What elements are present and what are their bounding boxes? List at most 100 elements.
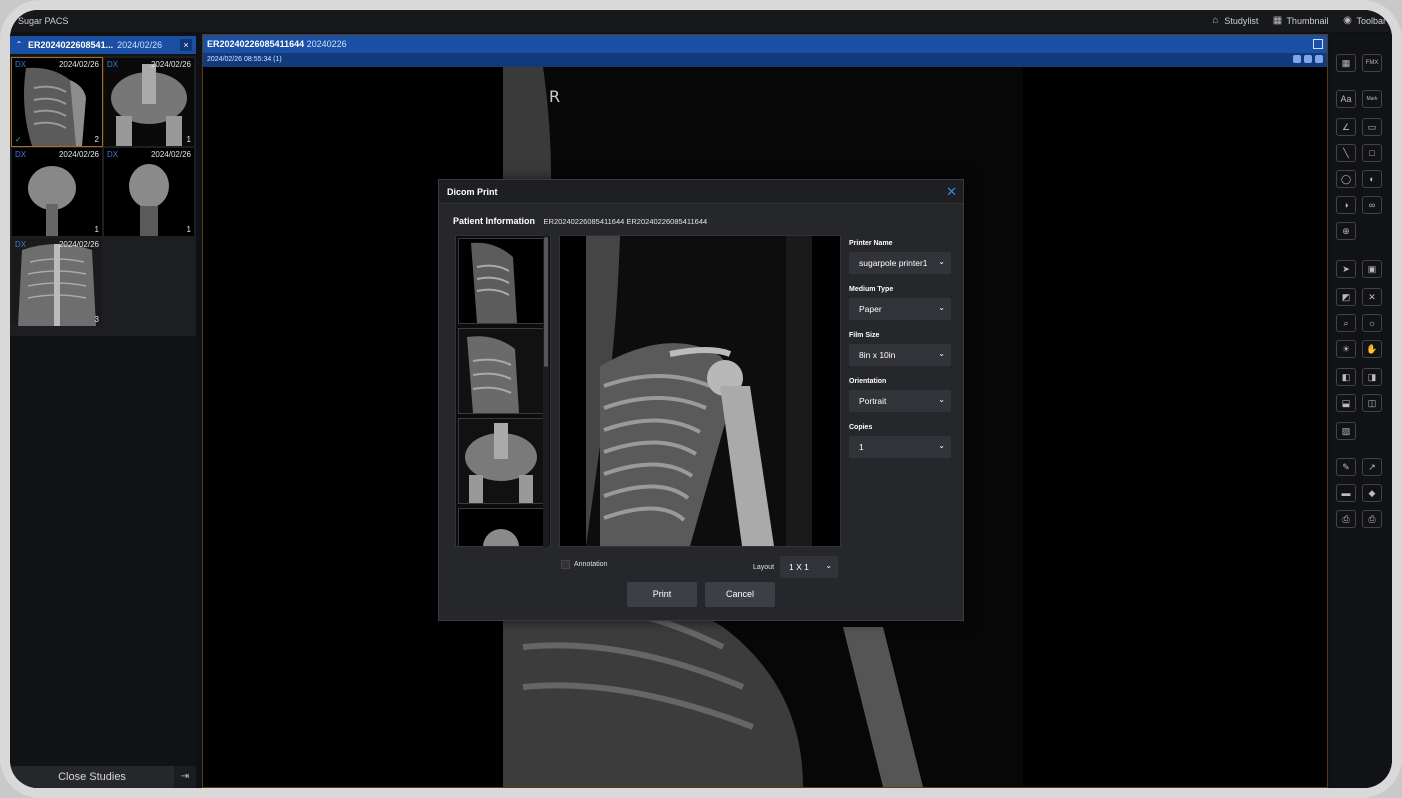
- close-study-button[interactable]: ×: [180, 39, 192, 51]
- tag-icon[interactable]: ◆: [1362, 484, 1382, 502]
- link-icon[interactable]: ⊕: [1336, 222, 1356, 240]
- link-icon[interactable]: [1304, 55, 1312, 63]
- chevron-down-icon: ⌄: [938, 349, 945, 358]
- orientation-marker: R: [549, 87, 561, 106]
- top-nav: ⌂ Studylist ▦ Thumbnail ◉ Toolbar: [1210, 10, 1392, 32]
- ellipse-roi-icon[interactable]: ◯: [1336, 170, 1356, 188]
- shoulder-xray-image: [459, 239, 543, 323]
- series-thumbnail[interactable]: DX 2024/02/26 1: [104, 58, 194, 146]
- chevron-down-icon: ⌄: [938, 257, 945, 266]
- window-level-icon[interactable]: ▣: [1362, 260, 1382, 278]
- ruler-icon[interactable]: ▭: [1362, 118, 1382, 136]
- fit-icon[interactable]: ✕: [1362, 288, 1382, 306]
- print-thumbnail[interactable]: [458, 508, 544, 546]
- cd-burn-icon[interactable]: ▬: [1336, 484, 1356, 502]
- layout-grid-icon[interactable]: [1313, 39, 1323, 49]
- dicom-print-icon[interactable]: ⎙: [1362, 510, 1382, 528]
- thumbnail-date: 2024/02/26: [58, 240, 99, 249]
- zoom-icon[interactable]: ⌕: [1336, 314, 1356, 332]
- chevron-up-icon[interactable]: ⌃: [14, 40, 24, 50]
- image-icon[interactable]: ▨: [1336, 422, 1356, 440]
- overlap-icon[interactable]: ∞: [1362, 196, 1382, 214]
- viewer-subheader: 2024/02/26 08:55:34 (1): [203, 53, 1327, 67]
- shoulder-xray-image: [12, 58, 102, 146]
- pelvis-xray-image: [459, 419, 543, 503]
- chevron-down-icon: ⌄: [938, 441, 945, 450]
- close-bar: Close Studies ⇥: [10, 766, 196, 788]
- cancel-button[interactable]: Cancel: [705, 582, 775, 607]
- layout-grid-icon[interactable]: ▦: [1336, 54, 1356, 72]
- image-count: 1: [186, 135, 191, 144]
- film-size-value: 8in x 10in: [859, 350, 896, 360]
- series-thumbnail[interactable]: DX 2024/02/26 3: [12, 238, 102, 326]
- close-icon[interactable]: ✕: [946, 184, 957, 200]
- invert-icon[interactable]: ◩: [1336, 288, 1356, 306]
- nav-label: Thumbnail: [1286, 16, 1329, 26]
- chest-xray-image: [12, 238, 102, 326]
- magnify-icon[interactable]: ◧: [1336, 368, 1356, 386]
- image-count: 2: [94, 135, 99, 144]
- pan-hand-icon[interactable]: ✋: [1362, 340, 1382, 358]
- medium-type-select[interactable]: Paper ⌄: [849, 298, 951, 320]
- annotation-checkbox[interactable]: [561, 560, 570, 569]
- layout-option: Layout 1 X 1 ⌄: [753, 556, 839, 578]
- dicom-print-dialog: Dicom Print ✕ Patient Information ER2024…: [438, 179, 964, 621]
- line-icon[interactable]: ╲: [1336, 144, 1356, 162]
- close-studies-button[interactable]: Close Studies: [10, 766, 174, 788]
- export-icon[interactable]: ↗: [1362, 458, 1382, 476]
- nav-toolbar[interactable]: ◉ Toolbar: [1342, 16, 1386, 27]
- angle-icon[interactable]: ∠: [1336, 118, 1356, 136]
- viewer-patient-id: ER20240226085411644: [207, 39, 305, 49]
- layout-select[interactable]: 1 X 1 ⌄: [780, 556, 839, 578]
- patient-info: Patient Information ER20240226085411644 …: [453, 216, 707, 226]
- collapse-panel-icon[interactable]: ⇥: [174, 766, 196, 788]
- check-icon: ✓: [15, 135, 22, 144]
- overlay-icon[interactable]: ◑: [1336, 196, 1356, 214]
- series-thumbnail[interactable]: DX 2024/02/26 1: [104, 148, 194, 236]
- freehand-roi-icon[interactable]: ◐: [1362, 170, 1382, 188]
- print-thumbnail[interactable]: [458, 418, 544, 504]
- grid-icon[interactable]: [1315, 55, 1323, 63]
- print-thumbnail-list[interactable]: [455, 235, 551, 547]
- settings-icon[interactable]: [1293, 55, 1301, 63]
- film-size-select[interactable]: 8in x 10in ⌄: [849, 344, 951, 366]
- thumbnail-scrollbar[interactable]: [543, 235, 549, 547]
- contrast-icon[interactable]: ☀: [1336, 340, 1356, 358]
- skull-lateral-xray-image: [12, 148, 102, 236]
- image-count: 1: [186, 225, 191, 234]
- nav-thumbnail[interactable]: ▦ Thumbnail: [1272, 16, 1329, 27]
- scrollbar-handle[interactable]: [544, 237, 548, 367]
- fmx-button[interactable]: FMX: [1362, 54, 1382, 72]
- study-tab[interactable]: ⌃ ER2024022608541... 2024/02/26 ×: [10, 36, 196, 54]
- text-annotation-button[interactable]: Aa: [1336, 90, 1356, 108]
- flip-horizontal-icon[interactable]: ◫: [1362, 394, 1382, 412]
- print-settings: Printer Name sugarpole printer1 ⌄ Medium…: [849, 240, 953, 470]
- study-tab-id: ER2024022608541...: [28, 40, 114, 50]
- copies-select[interactable]: 1 ⌄: [849, 436, 951, 458]
- annotation-option: Annotation: [561, 560, 607, 569]
- brightness-icon[interactable]: ☼: [1362, 314, 1382, 332]
- pointer-icon[interactable]: ➤: [1336, 260, 1356, 278]
- print-thumbnail[interactable]: [458, 238, 544, 324]
- thumbnail-date: 2024/02/26: [58, 60, 99, 69]
- device-frame: Sugar PACS ⌂ Studylist ▦ Thumbnail ◉ Too…: [0, 0, 1402, 798]
- rectangle-icon[interactable]: □: [1362, 144, 1382, 162]
- series-thumbnail[interactable]: DX 2024/02/26 ✓ 2: [11, 57, 103, 147]
- dialog-title: Dicom Print: [447, 186, 498, 197]
- dialog-buttons: Print Cancel: [627, 582, 775, 607]
- printer-name-select[interactable]: sugarpole printer1 ⌄: [849, 252, 951, 274]
- print-button[interactable]: Print: [627, 582, 697, 607]
- orientation-select[interactable]: Portrait ⌄: [849, 390, 951, 412]
- series-thumbnail[interactable]: DX 2024/02/26 1: [12, 148, 102, 236]
- image-count: 3: [94, 315, 99, 324]
- flip-vertical-icon[interactable]: ⬓: [1336, 394, 1356, 412]
- split-view-icon[interactable]: ◨: [1362, 368, 1382, 386]
- mark-button[interactable]: Mark: [1362, 90, 1382, 108]
- edit-report-icon[interactable]: ✎: [1336, 458, 1356, 476]
- print-icon[interactable]: ⎙: [1336, 510, 1356, 528]
- home-icon: ⌂: [1212, 15, 1219, 26]
- print-thumbnail[interactable]: [458, 328, 544, 414]
- layout-value: 1 X 1: [789, 562, 809, 572]
- nav-studylist[interactable]: ⌂ Studylist: [1210, 15, 1258, 27]
- printer-name-value: sugarpole printer1: [859, 258, 928, 268]
